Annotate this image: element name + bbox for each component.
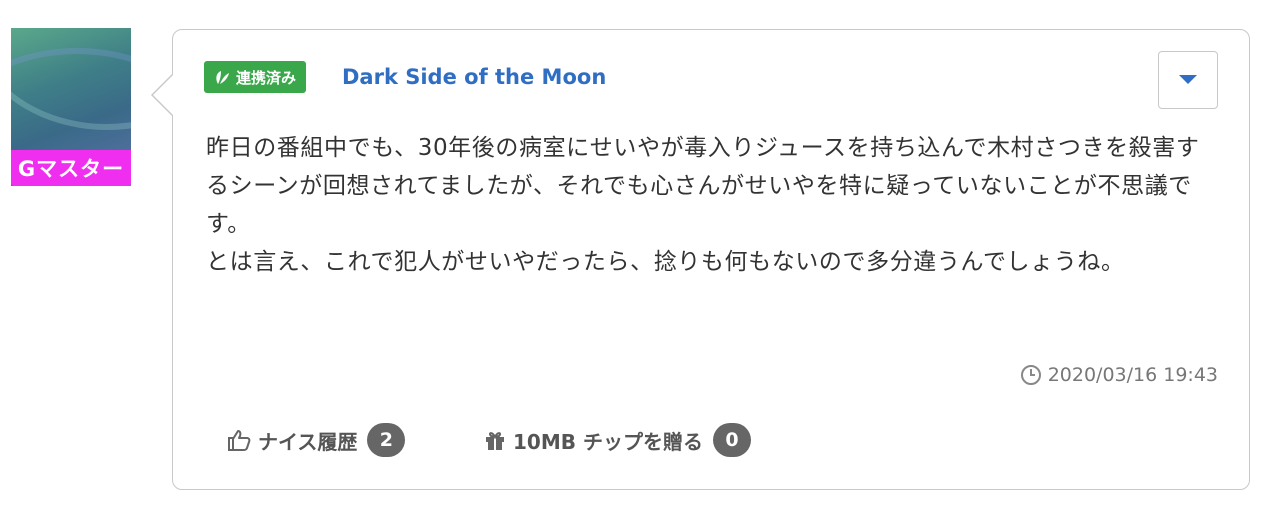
comment-card: 連携済み Dark Side of the Moon 昨日の番組中でも、30年後… <box>172 29 1250 490</box>
nice-count: 2 <box>367 423 406 457</box>
post-body: 昨日の番組中でも、30年後の病室にせいやが毒入りジュースを持ち込んで木村さつきを… <box>206 129 1216 281</box>
send-tip-button[interactable]: 10MB チップを贈る 0 <box>483 420 751 460</box>
rank-badge: Gマスター <box>11 150 131 186</box>
post-timestamp: 2020/03/16 19:43 <box>1020 364 1218 386</box>
linked-badge: 連携済み <box>204 61 307 93</box>
thumbs-up-icon <box>228 430 251 451</box>
post-paragraph: とは言え、これで犯人がせいやだったら、捻りも何もないので多分違うんでしょうね。 <box>206 249 1125 275</box>
linked-badge-label: 連携済み <box>236 68 297 87</box>
nice-history-button[interactable]: ナイス履歴 2 <box>226 420 406 460</box>
leaf-icon <box>216 71 229 84</box>
username-link[interactable]: Dark Side of the Moon <box>342 63 606 91</box>
send-tip-label: 10MB チップを贈る <box>513 429 703 454</box>
user-avatar[interactable]: Gマスター <box>11 28 131 186</box>
post-menu-button[interactable] <box>1158 51 1218 109</box>
speech-pointer-fill <box>153 74 174 116</box>
timestamp-text: 2020/03/16 19:43 <box>1047 364 1218 386</box>
clock-icon <box>1020 365 1041 385</box>
post-paragraph: 昨日の番組中でも、30年後の病室にせいやが毒入りジュースを持ち込んで木村さつきを… <box>206 135 1200 237</box>
caret-down-icon <box>1179 75 1197 84</box>
nice-history-label: ナイス履歴 <box>258 429 358 454</box>
gift-icon <box>486 432 504 450</box>
tip-count: 0 <box>712 423 751 457</box>
